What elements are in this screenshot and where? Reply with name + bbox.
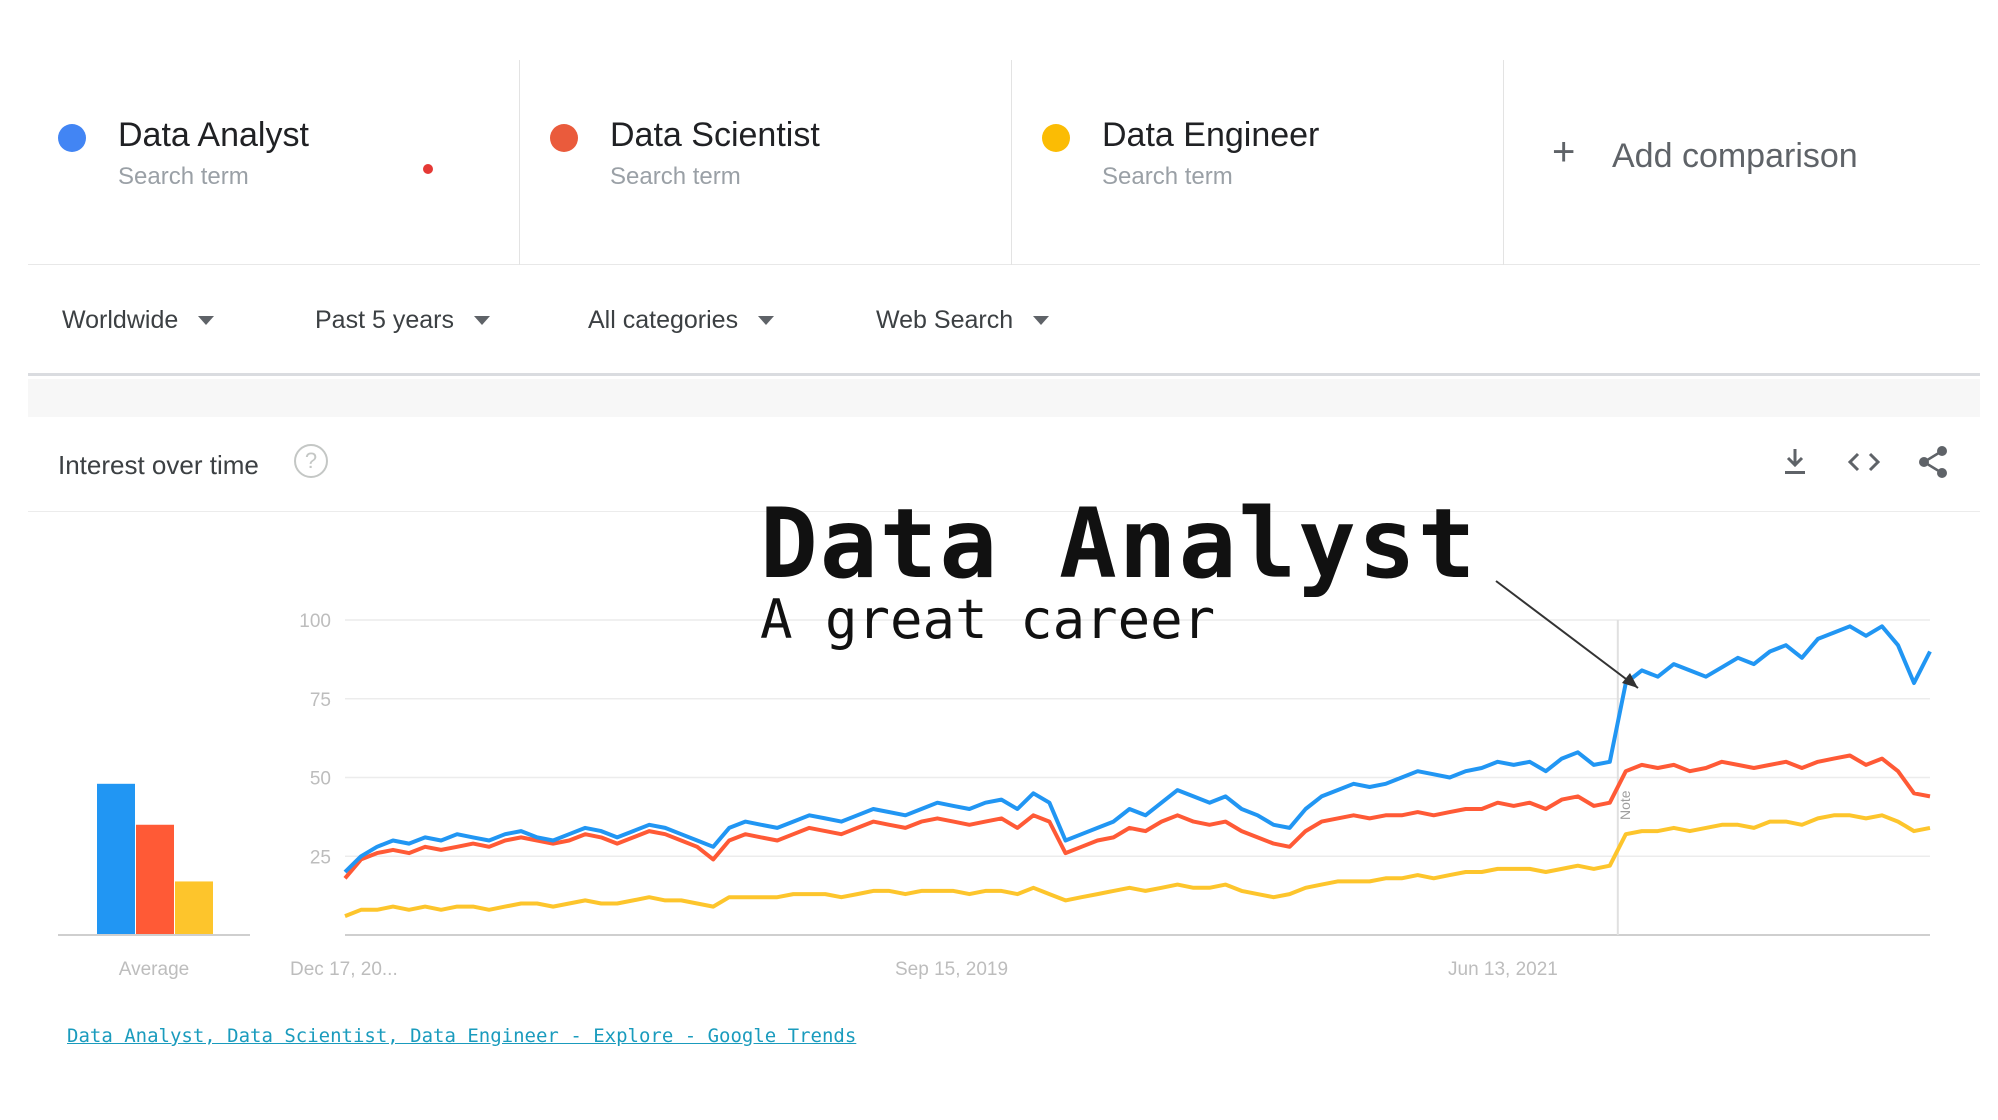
series-color-dot (58, 124, 86, 152)
overlay-subtitle: A great career (760, 588, 1216, 651)
card-title: Interest over time (58, 450, 259, 480)
add-comparison-label: Add comparison (1612, 137, 1858, 175)
term-type: Search term (1102, 163, 1233, 190)
caret-down-icon (758, 316, 775, 325)
term-name: Data Analyst (118, 116, 309, 154)
category-dropdown[interactable]: All categories (588, 306, 775, 335)
overlay-title: Data Analyst (760, 488, 1478, 600)
x-tick-label: Sep 15, 2019 (895, 959, 1008, 980)
y-tick-labels: 25 50 75 100 (299, 611, 331, 868)
series-color-dot (550, 124, 578, 152)
help-circle-icon[interactable]: ? (294, 444, 328, 478)
term-type: Search term (118, 163, 249, 190)
y-tick-label: 50 (310, 769, 331, 790)
search-terms-bar: Data Analyst Search term Data Scientist … (28, 60, 1980, 265)
term-name: Data Scientist (610, 116, 820, 154)
caret-down-icon (198, 316, 215, 325)
caret-down-icon (1033, 316, 1050, 325)
add-comparison-button[interactable]: + Add comparison (1504, 60, 1980, 264)
series-color-dot (1042, 124, 1070, 152)
search-type-dropdown[interactable]: Web Search (876, 306, 1050, 335)
term-type: Search term (610, 163, 741, 190)
cursor-dot (423, 164, 433, 174)
source-link[interactable]: Data Analyst, Data Scientist, Data Engin… (67, 1025, 856, 1047)
x-tick-label: Dec 17, 20... (290, 959, 398, 980)
share-icon[interactable] (1911, 440, 1955, 484)
overlay-arrow (1495, 580, 1639, 689)
download-icon[interactable] (1773, 440, 1817, 484)
y-tick-label: 25 (310, 847, 331, 868)
average-bar (136, 824, 174, 935)
x-tick-label: Jun 13, 2021 (1448, 959, 1558, 980)
x-tick-labels: Dec 17, 20... Sep 15, 2019 Jun 13, 2021 (290, 959, 1558, 980)
average-bar (175, 881, 213, 935)
category-label: All categories (588, 306, 739, 334)
series-lines (343, 624, 1932, 918)
term-card-data-engineer[interactable]: Data Engineer Search term (1012, 60, 1504, 265)
note-label: Note (1617, 790, 1633, 820)
y-tick-label: 100 (299, 611, 331, 632)
term-card-data-analyst[interactable]: Data Analyst Search term (28, 60, 520, 265)
search-type-label: Web Search (876, 306, 1014, 334)
average-bars: Average (58, 783, 250, 980)
time-range-dropdown[interactable]: Past 5 years (315, 306, 490, 335)
term-name: Data Engineer (1102, 116, 1320, 154)
region-label: Worldwide (62, 306, 179, 334)
section-divider (28, 379, 1980, 417)
embed-code-icon[interactable] (1842, 440, 1886, 484)
series-line (343, 753, 1931, 880)
y-tick-label: 75 (310, 690, 331, 711)
term-card-data-scientist[interactable]: Data Scientist Search term (520, 60, 1012, 265)
filter-bar: Worldwide Past 5 years All categories We… (28, 266, 1980, 376)
time-range-label: Past 5 years (315, 306, 454, 334)
plus-icon: + (1552, 130, 1576, 174)
region-dropdown[interactable]: Worldwide (62, 306, 215, 335)
average-label: Average (119, 959, 189, 980)
caret-down-icon (473, 316, 490, 325)
average-bar (97, 783, 135, 935)
